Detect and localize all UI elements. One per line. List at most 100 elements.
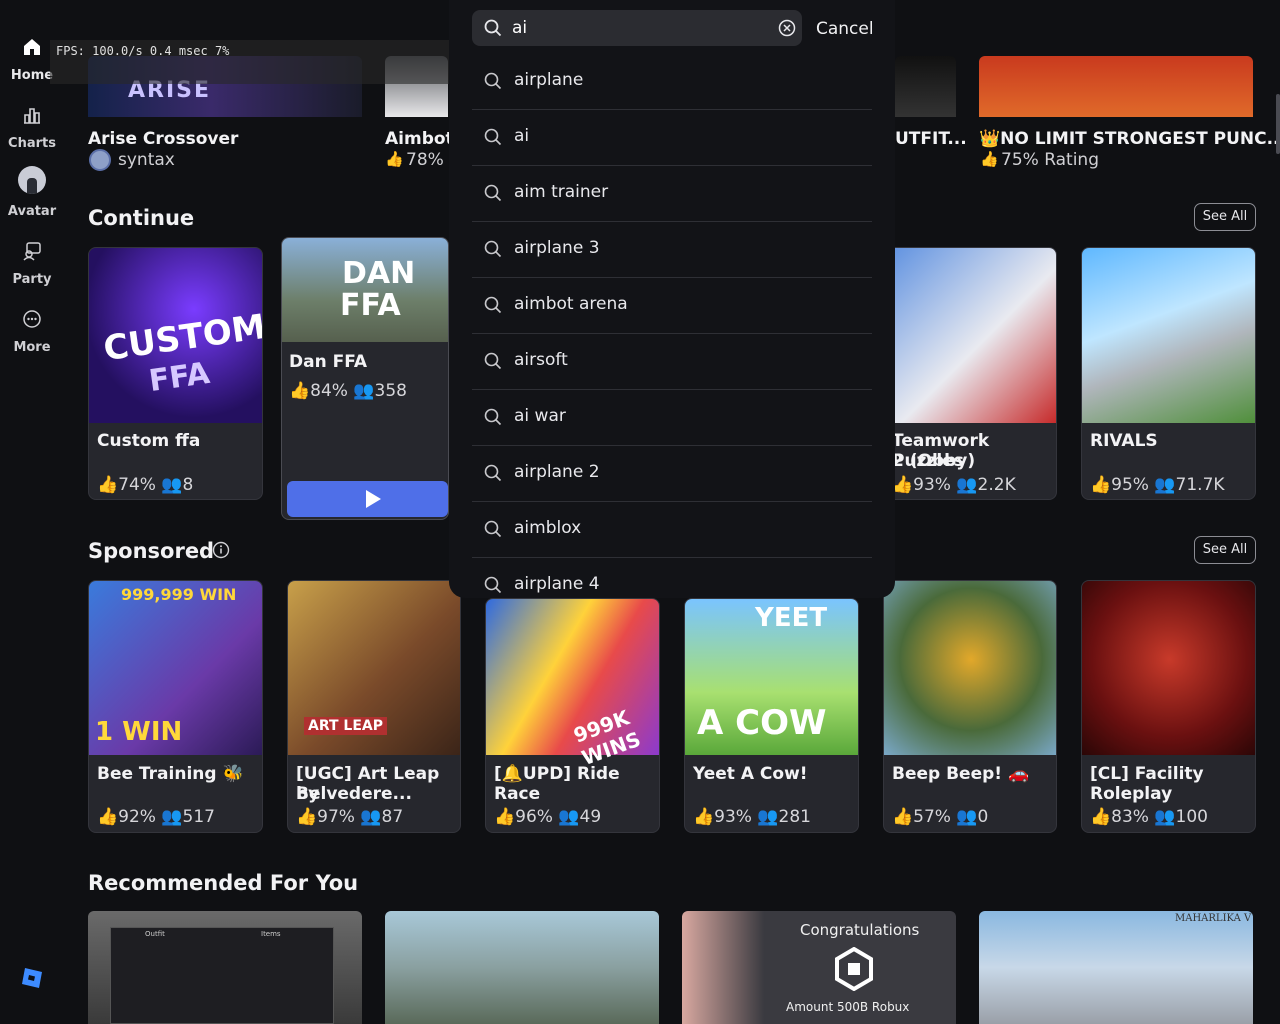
game-title: Beep Beep! 🚗	[892, 764, 1030, 784]
thumbs-up-icon: 👍	[980, 150, 999, 168]
thumb-text: YEET	[755, 603, 828, 633]
info-icon[interactable]	[212, 541, 230, 559]
charts-icon	[24, 108, 40, 124]
rating-value: 74%	[118, 475, 156, 495]
game-title: Bee Training 🐝	[97, 764, 244, 784]
nav-party[interactable]: Party	[0, 240, 64, 287]
search-suggestion[interactable]: airplane 2	[472, 446, 872, 502]
sponsored-card[interactable]: [CL] Facility Roleplay 👍83% 👥100	[1081, 580, 1256, 833]
art-leap-thumbnail: ART LEAP	[288, 581, 460, 755]
dan-ffa-thumbnail: DAN FFA	[282, 238, 448, 342]
game-title-line1: [🔔UPD] Ride	[494, 764, 620, 784]
game-title: Custom ffa	[97, 431, 201, 451]
game-card[interactable]: CUSTOM FFA Custom ffa 👍74% 👥8	[88, 247, 263, 500]
arise-creator[interactable]: syntax	[118, 150, 175, 170]
search-input[interactable]	[512, 16, 762, 40]
cancel-button[interactable]: Cancel	[816, 19, 874, 39]
robux-icon	[835, 947, 873, 991]
recommended-thumbnail[interactable]: Congratulations Amount 500B Robux	[682, 911, 956, 1024]
sponsored-card[interactable]: 999K WINS [🔔UPD] Ride Race 👍96% 👥49	[485, 598, 660, 833]
suggestion-text: aimbot arena	[514, 294, 628, 314]
play-button[interactable]	[287, 481, 448, 517]
party-icon	[23, 242, 41, 261]
sponsored-card[interactable]: YEET A COW Yeet A Cow! 👍93% 👥281	[684, 598, 859, 833]
search-suggestion[interactable]: ai war	[472, 390, 872, 446]
side-nav: Home Charts Avatar Party More	[0, 0, 64, 1024]
suggestion-text: airsoft	[514, 350, 568, 370]
recommended-thumbnail[interactable]: MAHARLIKA V	[979, 911, 1253, 1024]
sponsored-card[interactable]: 999,999 WIN 1 WIN Bee Training 🐝 👍92% 👥5…	[88, 580, 263, 833]
amount-text: Amount 500B Robux	[786, 1000, 910, 1014]
fps-overlay: FPS: 100.0/s 0.4 msec 7%	[50, 40, 450, 84]
congrats-text: Congratulations	[800, 921, 920, 939]
no-limit-rating: 75% Rating	[1001, 150, 1099, 170]
players-value: 281	[778, 807, 811, 827]
game-stats: 👍83% 👥100	[1090, 807, 1208, 827]
search-icon	[484, 352, 502, 370]
roblox-logo-icon[interactable]	[20, 966, 44, 990]
arise-title[interactable]: Arise Crossover	[88, 129, 238, 149]
search-icon	[484, 72, 502, 90]
continue-see-all-button[interactable]: See All	[1194, 203, 1256, 231]
sponsored-card[interactable]: ART LEAP [UGC] Art Leap by Belvedere... …	[287, 580, 461, 833]
search-icon	[484, 520, 502, 538]
outfit-panel: Outfit Items	[110, 927, 334, 1024]
search-suggestion[interactable]: ai	[472, 110, 872, 166]
nav-more[interactable]: More	[0, 308, 64, 355]
aimbot-title[interactable]: Aimbot	[385, 129, 454, 149]
search-icon	[484, 576, 502, 594]
search-suggestion[interactable]: airplane 3	[472, 222, 872, 278]
search-suggestion[interactable]: aim trainer	[472, 166, 872, 222]
search-icon	[484, 408, 502, 426]
game-title-line1: [CL] Facility	[1090, 764, 1204, 784]
game-stats: 👍93% 👥281	[693, 807, 811, 827]
play-icon	[366, 490, 381, 508]
home-icon	[24, 39, 40, 55]
recommended-thumbnail[interactable]	[385, 911, 659, 1024]
ride-race-thumbnail: 999K WINS	[486, 599, 659, 770]
thumb-text: 1 WIN	[95, 717, 183, 747]
thumb-text: DAN	[342, 256, 416, 291]
game-card[interactable]: Teamwork Puzzles 2 (Obby) 👍93% 👥2.2K	[883, 247, 1057, 500]
recommended-thumbnail[interactable]: Outfit Items	[88, 911, 362, 1024]
clear-search-icon[interactable]	[778, 19, 796, 37]
nav-avatar[interactable]: Avatar	[0, 166, 64, 219]
search-suggestion[interactable]: airsoft	[472, 334, 872, 390]
players-value: 100	[1175, 807, 1208, 827]
rating-value: 96%	[515, 807, 553, 827]
scrollbar[interactable]	[1276, 94, 1280, 154]
sponsored-see-all-button[interactable]: See All	[1194, 536, 1256, 564]
search-icon	[484, 19, 502, 37]
search-suggestion[interactable]: aimblox	[472, 502, 872, 558]
no-limit-thumbnail[interactable]	[979, 56, 1253, 117]
players-value: 71.7K	[1175, 475, 1225, 495]
game-stats: 👍84% 👥358	[289, 381, 407, 401]
thumb-text: 999,999 WIN	[121, 585, 237, 604]
game-title-line2: 2 (Obby)	[892, 451, 976, 471]
outfit-thumbnail[interactable]	[895, 56, 956, 117]
game-card-focused[interactable]: DAN FFA Dan FFA 👍84% 👥358	[281, 237, 449, 520]
game-card[interactable]: RIVALS 👍95% 👥71.7K	[1081, 247, 1256, 500]
search-suggestion[interactable]: airplane	[472, 54, 872, 110]
search-box[interactable]	[472, 10, 802, 46]
nav-home-label: Home	[10, 68, 54, 83]
more-icon	[23, 310, 41, 328]
suggestion-text: airplane 3	[514, 238, 600, 258]
game-stats: 👍97% 👥87	[296, 807, 404, 827]
nav-more-label: More	[13, 340, 51, 355]
nav-charts[interactable]: Charts	[0, 104, 64, 151]
game-title: Dan FFA	[289, 352, 368, 372]
suggestion-text: airplane 4	[514, 574, 600, 594]
recommended-heading: Recommended For You	[88, 871, 359, 895]
search-icon	[484, 296, 502, 314]
game-stats: 👍95% 👥71.7K	[1090, 475, 1225, 495]
game-stats: 👍57% 👥0	[892, 807, 989, 827]
sponsored-card[interactable]: Beep Beep! 🚗 👍57% 👥0	[883, 580, 1057, 833]
no-limit-title[interactable]: 👑NO LIMIT STRONGEST PUNC...	[979, 129, 1280, 149]
outfit-title[interactable]: UTFIT...	[895, 129, 967, 149]
thumb-text: FFA	[340, 288, 401, 323]
players-value: 2.2K	[977, 475, 1016, 495]
search-suggestion[interactable]: airplane 4	[472, 558, 872, 598]
rating-value: 57%	[913, 807, 951, 827]
search-suggestion[interactable]: aimbot arena	[472, 278, 872, 334]
